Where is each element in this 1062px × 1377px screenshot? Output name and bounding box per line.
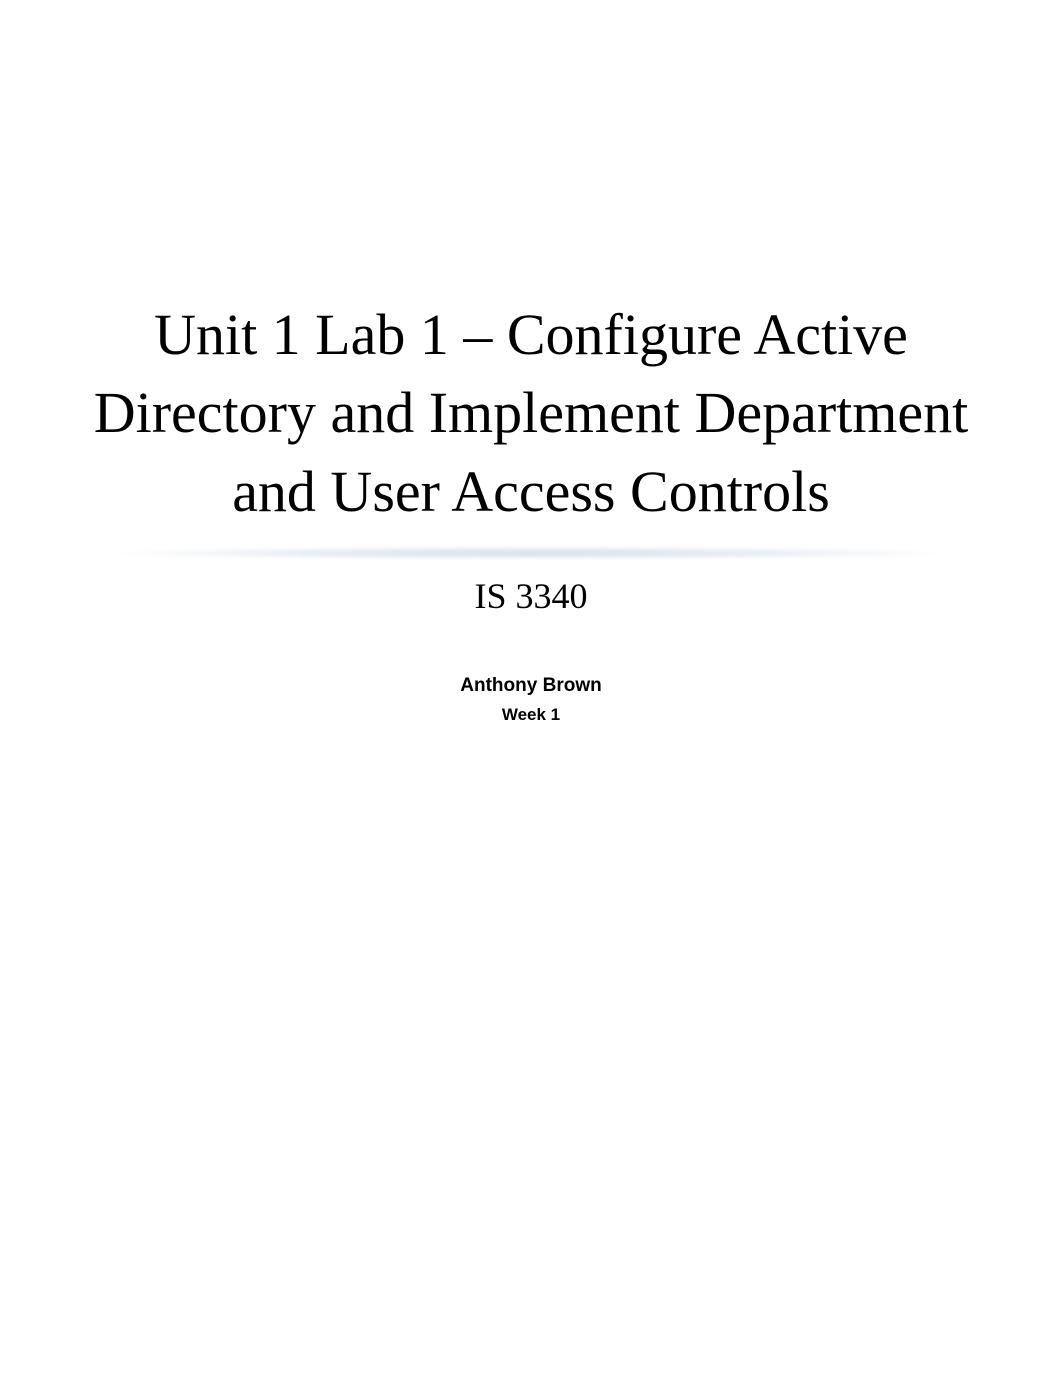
course-subtitle: IS 3340: [474, 575, 587, 617]
title-divider: [116, 541, 946, 565]
week-label: Week 1: [502, 705, 560, 725]
document-title: Unit 1 Lab 1 – Configure Active Director…: [91, 296, 971, 531]
author-name: Anthony Brown: [460, 675, 601, 697]
divider-shadow: [116, 546, 946, 560]
document-page: Unit 1 Lab 1 – Configure Active Director…: [0, 0, 1062, 1377]
